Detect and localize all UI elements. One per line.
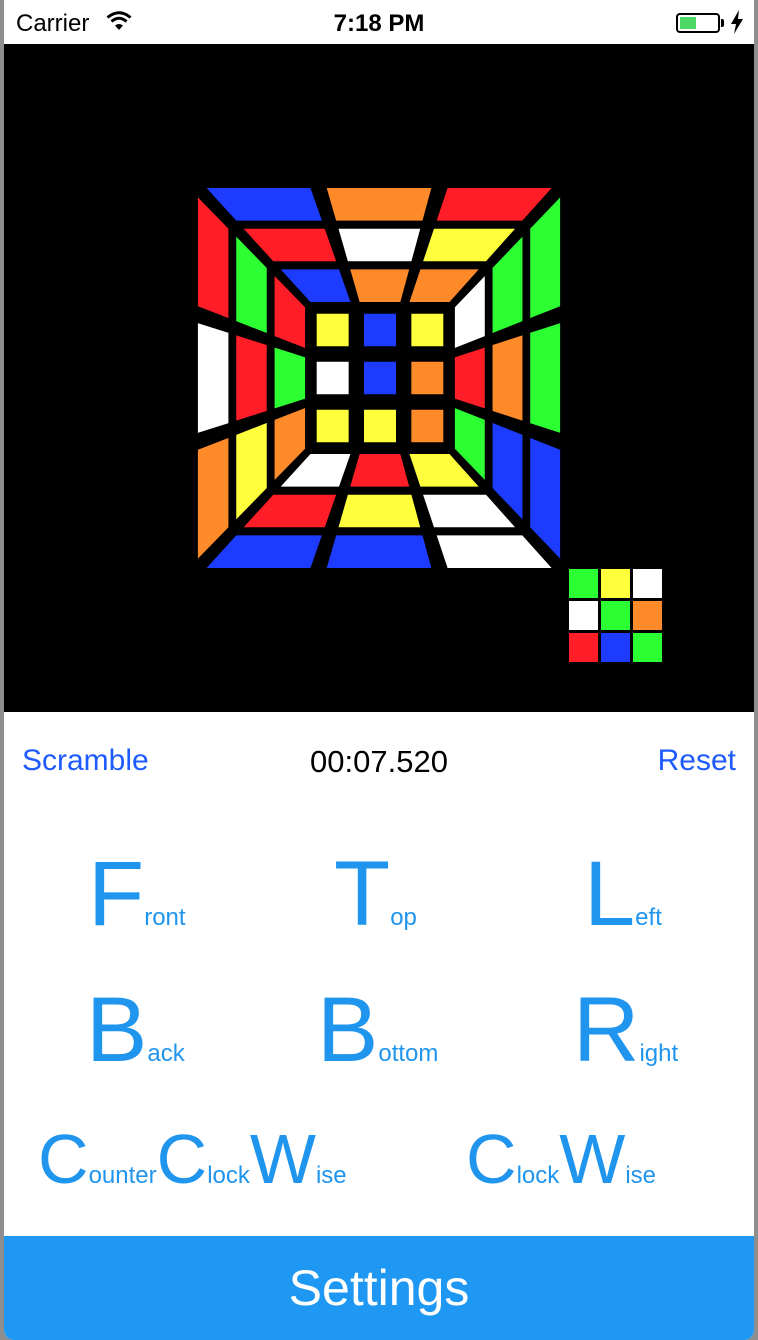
ccw-s1: ounter — [88, 1162, 157, 1189]
left-face-sticker — [270, 342, 310, 414]
cube-tunnel-render — [193, 184, 662, 662]
back-face-sticker — [360, 405, 400, 447]
cw-c2: W — [559, 1120, 626, 1198]
clockwise-button[interactable]: ClockWise — [466, 1124, 656, 1194]
ccw-c1: C — [38, 1120, 89, 1198]
back-face-sticker — [312, 405, 353, 447]
battery-tip — [721, 19, 724, 27]
front-initial: F — [88, 843, 145, 945]
front-preview-sticker — [633, 601, 662, 630]
cw-s2: ise — [625, 1162, 657, 1189]
settings-button[interactable]: Settings — [4, 1236, 754, 1340]
right-initial: R — [573, 979, 640, 1081]
bottom-initial: B — [317, 979, 379, 1081]
back-face-sticker — [360, 309, 400, 351]
right-rest: ight — [639, 1040, 679, 1067]
charging-bolt-icon — [730, 10, 744, 39]
back-face-sticker — [407, 357, 448, 399]
left-move-button[interactable]: Left — [584, 848, 662, 940]
front-preview-sticker — [633, 633, 662, 662]
front-preview-sticker — [601, 601, 630, 630]
bottom-rest: ottom — [378, 1040, 439, 1067]
ccw-c3: W — [249, 1120, 316, 1198]
timer-display: 00:07.520 — [310, 744, 448, 779]
cw-c1: C — [466, 1120, 517, 1198]
top-initial: T — [334, 843, 391, 945]
front-move-button[interactable]: Front — [88, 848, 186, 940]
bottom-face-sticker — [322, 531, 436, 572]
front-preview-sticker — [633, 569, 662, 598]
back-face-sticker — [407, 405, 448, 447]
front-preview-sticker — [569, 601, 598, 630]
counter-clockwise-button[interactable]: CounterClockWise — [38, 1124, 347, 1194]
reset-button[interactable]: Reset — [658, 744, 736, 778]
back-face-sticker — [312, 309, 353, 351]
left-initial: L — [584, 843, 636, 945]
back-face-sticker — [360, 357, 400, 399]
ccw-s3: ise — [315, 1162, 347, 1189]
app-screen: Carrier 7:18 PM Scramble 00:07.520 Reset… — [4, 0, 754, 1340]
ccw-c2: C — [156, 1120, 208, 1198]
top-face-sticker — [333, 224, 425, 266]
back-face-sticker — [407, 309, 448, 351]
right-face-sticker — [526, 318, 565, 438]
left-face-sticker — [193, 318, 233, 438]
bottom-face-sticker — [333, 490, 425, 532]
right-face-sticker — [450, 342, 489, 414]
right-move-button[interactable]: Right — [573, 984, 678, 1076]
left-face-sticker — [232, 330, 271, 426]
bottom-move-button[interactable]: Bottom — [317, 984, 438, 1076]
back-move-button[interactable]: Back — [86, 984, 185, 1076]
right-face-sticker — [488, 330, 527, 426]
bottom-face-sticker — [345, 450, 414, 491]
top-rest: op — [390, 904, 417, 931]
front-preview-sticker — [601, 569, 630, 598]
cube-3d-view[interactable] — [4, 44, 754, 712]
back-rest: ack — [147, 1040, 185, 1067]
top-move-button[interactable]: Top — [334, 848, 417, 940]
cw-s1: lock — [516, 1162, 560, 1189]
battery-level — [680, 17, 696, 29]
battery-icon — [676, 13, 720, 33]
back-initial: B — [86, 979, 148, 1081]
back-face-sticker — [312, 357, 353, 399]
front-preview-sticker — [601, 633, 630, 662]
top-face-sticker — [345, 265, 414, 306]
front-preview-sticker — [569, 633, 598, 662]
left-rest: eft — [635, 904, 662, 931]
control-bar: Scramble 00:07.520 Reset — [4, 712, 754, 812]
status-time: 7:18 PM — [333, 10, 425, 37]
ccw-s2: lock — [207, 1162, 250, 1189]
status-bar: Carrier 7:18 PM — [4, 0, 754, 44]
front-preview-sticker — [569, 569, 598, 598]
front-rest: ront — [144, 904, 186, 931]
top-face-sticker — [322, 184, 436, 225]
